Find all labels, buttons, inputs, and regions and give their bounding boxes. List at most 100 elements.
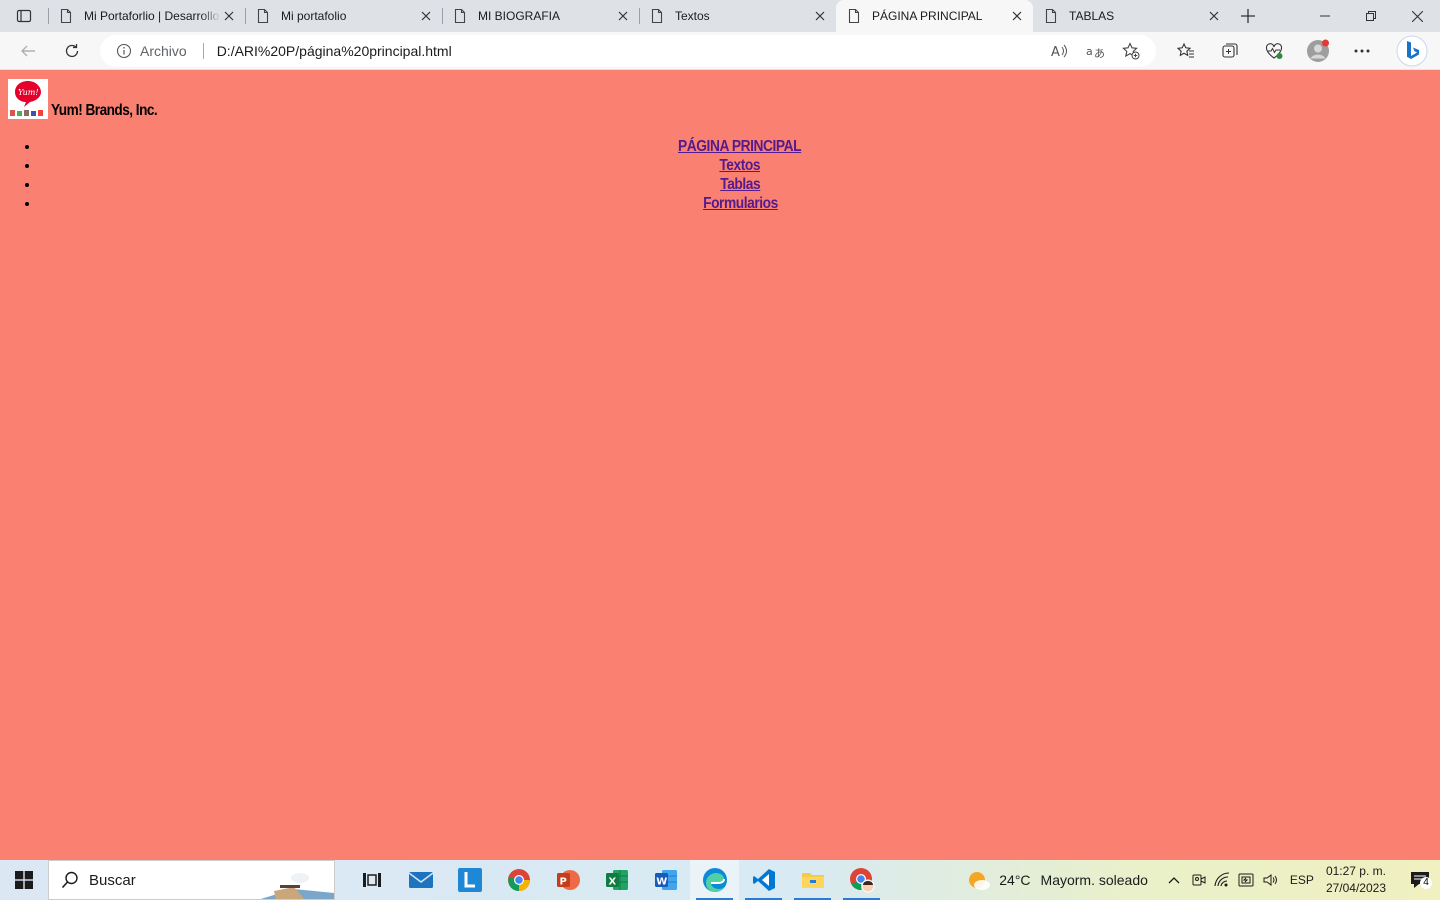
address-bar[interactable]: Archivo D:/ARI%20P/página%20principal.ht… xyxy=(100,35,1156,67)
volume-button[interactable] xyxy=(1258,860,1282,900)
svg-text:P: P xyxy=(559,877,566,888)
taskbar-app-file-explorer[interactable] xyxy=(788,860,837,900)
new-tab-button[interactable] xyxy=(1230,0,1266,32)
nav-link-tablas[interactable]: Tablas xyxy=(720,175,760,194)
refresh-button[interactable] xyxy=(54,35,90,67)
taskbar-app-powerpoint[interactable]: P xyxy=(543,860,592,900)
tab-tablas[interactable]: TABLAS xyxy=(1033,0,1230,32)
nav-link-textos[interactable]: Textos xyxy=(720,156,761,175)
tab-actions-button[interactable] xyxy=(0,0,48,32)
svg-text:a: a xyxy=(1086,45,1093,58)
list-item: PÁGINA PRINCIPAL xyxy=(40,137,1440,156)
tab-title: TABLAS xyxy=(1069,9,1115,23)
powerpoint-icon: P xyxy=(556,870,580,890)
taskbar-search-box[interactable]: Buscar xyxy=(48,860,335,900)
network-button[interactable] xyxy=(1210,860,1234,900)
taskbar-app-excel[interactable]: X xyxy=(592,860,641,900)
clock[interactable]: 01:27 p. m. 27/04/2023 xyxy=(1326,863,1386,897)
close-icon[interactable] xyxy=(221,8,237,24)
info-icon[interactable] xyxy=(116,43,132,59)
notifications-button[interactable]: 4 xyxy=(1400,860,1440,900)
read-aloud-icon[interactable]: A xyxy=(1048,40,1070,62)
profile-button[interactable] xyxy=(1296,32,1340,70)
ellipsis-icon xyxy=(1354,49,1370,53)
vscode-icon xyxy=(752,869,775,891)
notification-count: 4 xyxy=(1420,877,1432,889)
taskbar-app-word[interactable]: W xyxy=(641,860,690,900)
sun-cloud-icon xyxy=(969,872,991,890)
main-nav-list: PÁGINA PRINCIPAL Textos Tablas Formulari… xyxy=(40,137,1440,213)
site-info-label[interactable]: Archivo xyxy=(140,43,187,59)
tab-actions-icon xyxy=(16,9,32,23)
restore-icon xyxy=(1366,11,1376,21)
tab-mi-biografia[interactable]: MI BIOGRAFIA xyxy=(442,0,639,32)
page-icon xyxy=(454,8,466,24)
back-arrow-icon xyxy=(21,45,35,56)
svg-text:W: W xyxy=(656,877,667,888)
collections-icon xyxy=(1222,43,1238,58)
translate-icon[interactable]: aあ xyxy=(1084,40,1106,62)
page-icon xyxy=(257,8,269,24)
collections-button[interactable] xyxy=(1208,32,1252,70)
excel-icon: X xyxy=(605,870,628,890)
tab-title: MI BIOGRAFIA xyxy=(478,9,561,23)
add-favorite-icon[interactable] xyxy=(1120,40,1142,62)
close-icon[interactable] xyxy=(812,8,828,24)
taskbar-app-edge[interactable] xyxy=(690,860,739,900)
windows-logo-icon xyxy=(15,871,33,889)
close-icon[interactable] xyxy=(418,8,434,24)
nav-link-formularios[interactable]: Formularios xyxy=(703,194,778,213)
brand-name: Yum! Brands, Inc. xyxy=(51,102,158,119)
meet-now-button[interactable] xyxy=(1186,860,1210,900)
web-page: Yum! Yum! Brands, Inc. PÁGINA PRINCIPAL … xyxy=(0,71,1440,860)
weather-temperature: 24°C xyxy=(999,872,1031,888)
svg-text:X: X xyxy=(608,877,616,888)
list-item: Tablas xyxy=(40,175,1440,194)
taskbar-app-l[interactable] xyxy=(445,860,494,900)
mail-icon xyxy=(408,872,433,888)
back-button[interactable] xyxy=(10,35,46,67)
list-item: Textos xyxy=(40,156,1440,175)
minimize-button[interactable] xyxy=(1302,0,1348,32)
taskbar-app-mail[interactable] xyxy=(396,860,445,900)
battery-button[interactable] xyxy=(1234,860,1258,900)
url-text[interactable]: D:/ARI%20P/página%20principal.html xyxy=(217,43,452,59)
nav-link-pagina-principal[interactable]: PÁGINA PRINCIPAL xyxy=(678,137,802,156)
close-window-button[interactable] xyxy=(1394,0,1440,32)
restore-button[interactable] xyxy=(1348,0,1394,32)
refresh-icon xyxy=(65,43,79,57)
show-hidden-icons-button[interactable] xyxy=(1162,860,1186,900)
browser-essentials-button[interactable] xyxy=(1252,32,1296,70)
weather-condition: Mayorm. soleado xyxy=(1040,872,1148,888)
tab-mi-portafolio[interactable]: Mi portafolio xyxy=(245,0,442,32)
bing-icon xyxy=(1396,35,1428,67)
taskbar-app-vscode[interactable] xyxy=(739,860,788,900)
browser-toolbar: Archivo D:/ARI%20P/página%20principal.ht… xyxy=(0,32,1440,70)
wifi-icon xyxy=(1214,872,1229,887)
close-icon[interactable] xyxy=(1009,8,1025,24)
svg-text:A: A xyxy=(1051,45,1060,60)
windows-taskbar: Buscar P X W 24°C Mayorm. soleado ESP 01… xyxy=(0,860,1440,900)
plus-icon xyxy=(1241,9,1255,23)
tab-textos[interactable]: Textos xyxy=(639,0,836,32)
close-icon[interactable] xyxy=(1206,8,1222,24)
language-indicator[interactable]: ESP xyxy=(1290,873,1314,887)
start-button[interactable] xyxy=(0,860,48,900)
tab-pagina-principal[interactable]: PÁGINA PRINCIPAL xyxy=(836,0,1033,32)
taskbar-app-chrome[interactable] xyxy=(494,860,543,900)
search-highlight-art xyxy=(260,869,334,899)
close-icon[interactable] xyxy=(615,8,631,24)
weather-widget[interactable]: 24°C Mayorm. soleado xyxy=(967,869,1148,891)
logo-text: Yum! xyxy=(18,88,39,97)
tab-mi-portaforlio[interactable]: Mi Portaforlio | Desarrollo xyxy=(48,0,245,32)
browser-tab-strip: Mi Portaforlio | Desarrollo Mi portafoli… xyxy=(0,0,1440,32)
bing-chat-button[interactable] xyxy=(1384,32,1440,70)
svg-text:あ: あ xyxy=(1094,47,1104,60)
tab-title: Mi portafolio xyxy=(281,9,347,23)
task-view-button[interactable] xyxy=(347,860,396,900)
more-options-button[interactable] xyxy=(1340,32,1384,70)
taskbar-app-chrome-profile[interactable] xyxy=(837,860,886,900)
system-tray: 24°C Mayorm. soleado ESP 01:27 p. m. 27/… xyxy=(967,860,1440,900)
divider xyxy=(202,43,204,59)
favorites-button[interactable] xyxy=(1164,32,1208,70)
